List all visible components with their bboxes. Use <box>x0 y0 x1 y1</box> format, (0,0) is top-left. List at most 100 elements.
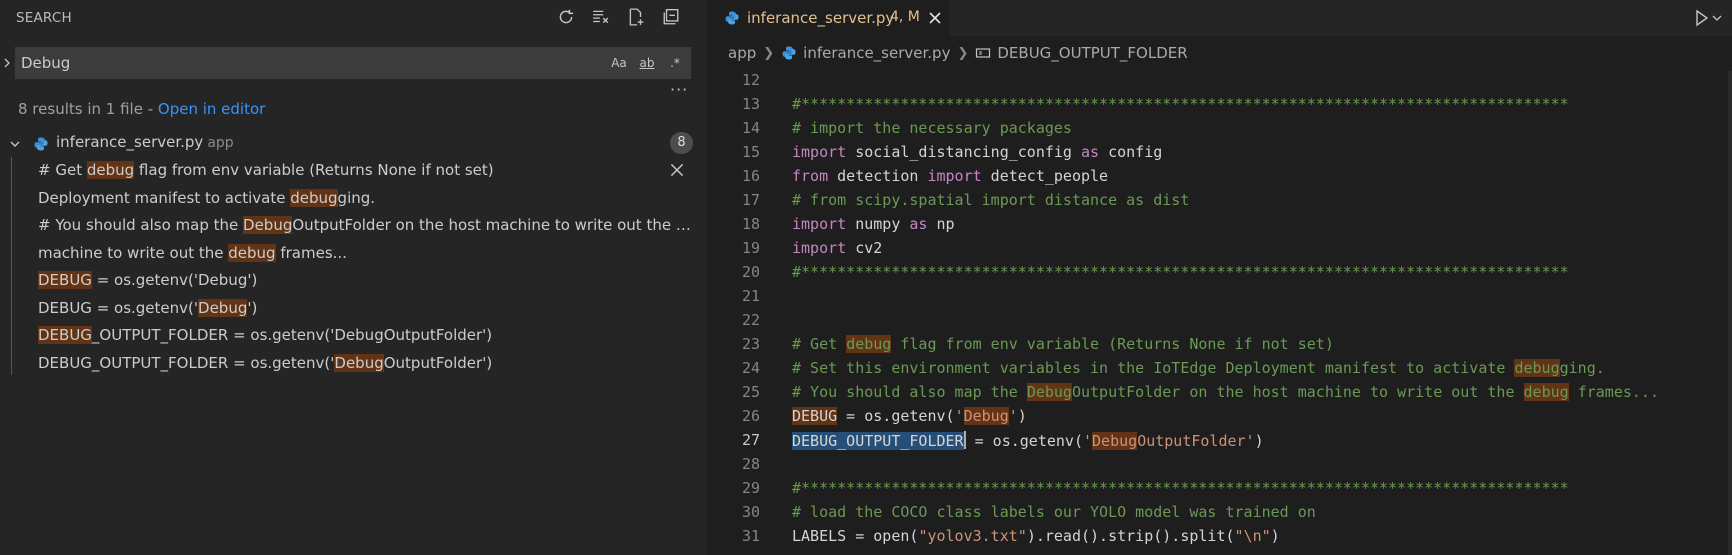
result-match: Debug <box>198 298 248 317</box>
code-token: detection <box>828 167 928 185</box>
code-line: import cv2 <box>792 239 882 257</box>
code-token: ' <box>1008 407 1018 425</box>
result-text: = os.getenv('Debug') <box>91 271 258 289</box>
line-number: 12 <box>741 71 760 89</box>
code-token: ' <box>954 407 964 425</box>
code-editor: inferance_server.py 4, M app ❯ inferance… <box>706 0 1732 555</box>
results-summary-text: 8 results in 1 file - <box>18 100 158 118</box>
result-text: Deployment manifest to activate <box>38 188 291 207</box>
code-line: LABELS = open("yolov3.txt").read().strip… <box>792 527 1280 545</box>
search-result-item[interactable]: Deployment manifest to activate debuggin… <box>38 185 698 212</box>
code-token: # Set this environment variables in the … <box>792 359 1515 377</box>
search-result-item[interactable]: # You should also map the DebugOutputFol… <box>38 212 698 239</box>
search-result-item[interactable]: DEBUG_OUTPUT_FOLDER = os.getenv('DebugOu… <box>38 322 698 349</box>
result-count-badge: 8 <box>670 132 693 154</box>
close-icon[interactable] <box>928 11 942 25</box>
sidebar-title: SEARCH <box>16 10 72 26</box>
code-token: np <box>927 215 955 233</box>
collapse-all-icon[interactable] <box>660 6 682 28</box>
tab-bar: inferance_server.py 4, M <box>706 0 1732 36</box>
search-sidebar: SEARCH Aa ab .* ··· 8 results in 1 file … <box>0 0 706 555</box>
code-token: as <box>1081 143 1100 161</box>
result-text: frames... <box>275 243 347 262</box>
close-icon[interactable] <box>668 161 686 179</box>
tab-inferance-server[interactable]: inferance_server.py 4, M <box>706 0 950 36</box>
code-line: DEBUG = os.getenv('Debug') <box>792 407 1027 425</box>
code-line: # import the necessary packages <box>792 119 1072 137</box>
code-token: numpy <box>846 215 910 233</box>
code-token: Debug <box>1026 383 1072 401</box>
code-token: DEBUG <box>792 407 838 425</box>
result-file-row[interactable]: inferance_server.py app 8 <box>0 132 706 156</box>
whole-word-toggle[interactable]: ab <box>637 53 657 73</box>
code-line: # load the COCO class labels our YOLO mo… <box>792 503 1316 521</box>
code-token: #***************************************… <box>792 263 1569 281</box>
line-number: 27 <box>741 431 760 449</box>
code-area[interactable]: 12 13 #***********************************… <box>706 71 1732 555</box>
line-number: 16 <box>741 167 760 185</box>
code-token: cv2 <box>846 239 883 257</box>
search-result-item[interactable]: DEBUG = os.getenv('Debug') <box>38 267 698 294</box>
python-file-icon <box>725 11 739 25</box>
clear-results-icon[interactable] <box>590 6 612 28</box>
line-number: 14 <box>741 119 760 137</box>
code-token: ).read().strip().split( <box>1026 527 1235 545</box>
line-number: 24 <box>741 359 760 377</box>
breadcrumb-folder[interactable]: app <box>728 44 756 62</box>
chevron-right-icon: ❯ <box>957 45 969 61</box>
line-number: 25 <box>741 383 760 401</box>
code-token: detect_people <box>981 167 1109 185</box>
search-result-item[interactable]: # Get debug flag from env variable (Retu… <box>38 157 698 184</box>
code-token: ging. <box>1559 359 1605 377</box>
code-token: social_distancing_config <box>846 143 1081 161</box>
chevron-right-icon: ❯ <box>763 45 775 61</box>
code-line: from detection import detect_people <box>792 167 1108 185</box>
search-result-item[interactable]: machine to write out the debug frames... <box>38 240 698 267</box>
code-line: import numpy as np <box>792 215 955 233</box>
breadcrumb-symbol[interactable]: DEBUG_OUTPUT_FOLDER <box>997 44 1187 62</box>
code-line: #***************************************… <box>792 95 1569 113</box>
result-file-label: inferance_server.py <box>56 133 204 151</box>
code-token: OutputFolder on the host machine to writ… <box>1071 383 1524 401</box>
result-text: _OUTPUT_FOLDER = os.getenv('DebugOutputF… <box>91 326 493 344</box>
chevron-down-icon[interactable] <box>8 137 22 151</box>
new-search-editor-icon[interactable] <box>625 6 647 28</box>
regex-toggle[interactable]: .* <box>665 53 685 73</box>
search-options: Aa ab .* <box>609 53 685 73</box>
tree-indent-guide <box>11 157 12 375</box>
code-token: # from scipy.spatial import distance as … <box>792 191 1190 209</box>
line-number: 13 <box>741 95 760 113</box>
search-result-item[interactable]: DEBUG = os.getenv('Debug') <box>38 295 698 322</box>
editor-scrollbar[interactable] <box>1728 71 1732 555</box>
line-number: 26 <box>741 407 760 425</box>
code-token: = os.getenv( <box>965 432 1083 450</box>
breadcrumb-file[interactable]: inferance_server.py <box>803 44 950 62</box>
more-options-icon[interactable]: ··· <box>670 80 688 99</box>
search-input[interactable] <box>21 47 501 79</box>
search-result-item[interactable]: DEBUG_OUTPUT_FOLDER = os.getenv('DebugOu… <box>38 350 698 377</box>
code-line: #***************************************… <box>792 263 1569 281</box>
code-line: # You should also map the DebugOutputFol… <box>792 383 1659 401</box>
search-box: Aa ab .* <box>15 47 691 79</box>
code-token: ) <box>1254 432 1264 450</box>
match-case-toggle[interactable]: Aa <box>609 53 629 73</box>
refresh-icon[interactable] <box>555 6 577 28</box>
run-icon[interactable] <box>1694 9 1724 27</box>
line-number: 30 <box>741 503 760 521</box>
python-file-icon <box>782 46 796 60</box>
code-token: #***************************************… <box>792 95 1569 113</box>
code-token: # You should also map the <box>792 383 1027 401</box>
line-number: 29 <box>741 479 760 497</box>
code-token: "yolov3.txt" <box>918 527 1027 545</box>
line-number: 15 <box>741 143 760 161</box>
code-token: "\n" <box>1234 527 1271 545</box>
code-token: Debug <box>963 407 1009 425</box>
code-line: # from scipy.spatial import distance as … <box>792 191 1189 209</box>
result-match: Debug <box>243 216 293 234</box>
result-text: # You should also map the <box>38 216 244 234</box>
result-text: ') <box>247 298 258 317</box>
code-token: DEBUG_OUTPUT_FOLDER <box>792 432 964 450</box>
open-in-editor-link[interactable]: Open in editor <box>158 100 265 118</box>
result-text: machine to write out the <box>38 243 229 262</box>
chevron-right-icon[interactable] <box>2 58 12 68</box>
